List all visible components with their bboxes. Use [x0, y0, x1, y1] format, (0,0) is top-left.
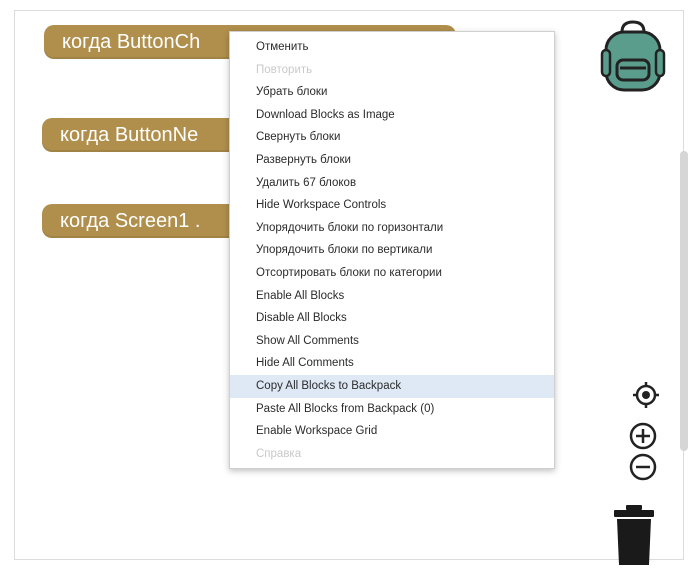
vertical-scrollbar[interactable] — [680, 151, 688, 451]
minus-circle-icon[interactable] — [628, 452, 658, 482]
menu-item-copy-to-backpack[interactable]: Copy All Blocks to Backpack — [230, 374, 554, 398]
menu-item-download-image[interactable]: Download Blocks as Image — [230, 104, 554, 127]
menu-item-clean-up-blocks[interactable]: Убрать блоки — [230, 81, 554, 104]
menu-item-disable-all-blocks[interactable]: Disable All Blocks — [230, 307, 554, 330]
menu-item-collapse-blocks[interactable]: Свернуть блоки — [230, 126, 554, 149]
menu-item-help: Справка — [256, 447, 302, 460]
menu-item-paste-from-backpack[interactable]: Paste All Blocks from Backpack (0) — [230, 398, 554, 421]
event-block-screen1[interactable]: когда Screen1 . — [42, 204, 260, 238]
backpack-icon[interactable] — [600, 20, 666, 92]
context-menu-list: Отменить Повторить Убрать блоки Download… — [230, 32, 554, 465]
menu-item-hide-workspace-controls[interactable]: Hide Workspace Controls — [230, 194, 554, 217]
plus-circle-icon[interactable] — [628, 421, 658, 451]
menu-item-arrange-vertical[interactable]: Упорядочить блоки по вертикали — [230, 239, 554, 262]
trash-icon[interactable] — [612, 505, 656, 565]
menu-item-arrange-horizontal[interactable]: Упорядочить блоки по горизонтали — [230, 217, 554, 240]
menu-item-show-all-comments[interactable]: Show All Comments — [230, 330, 554, 353]
menu-item-enable-workspace-grid[interactable]: Enable Workspace Grid — [230, 420, 554, 443]
target-icon[interactable] — [631, 380, 661, 410]
menu-item-redo: Повторить — [256, 63, 313, 76]
menu-item-sort-by-category[interactable]: Отсортировать блоки по категории — [230, 262, 554, 285]
event-block-buttonnew[interactable]: когда ButtonNe — [42, 118, 260, 152]
menu-item-expand-blocks[interactable]: Развернуть блоки — [230, 149, 554, 172]
menu-item-enable-all-blocks[interactable]: Enable All Blocks — [230, 285, 554, 308]
workspace-context-menu: Отменить Повторить Убрать блоки Download… — [229, 31, 555, 469]
menu-item-hide-all-comments[interactable]: Hide All Comments — [230, 352, 554, 375]
menu-item-delete-blocks[interactable]: Удалить 67 блоков — [230, 172, 554, 195]
menu-item-undo[interactable]: Отменить — [230, 36, 554, 59]
